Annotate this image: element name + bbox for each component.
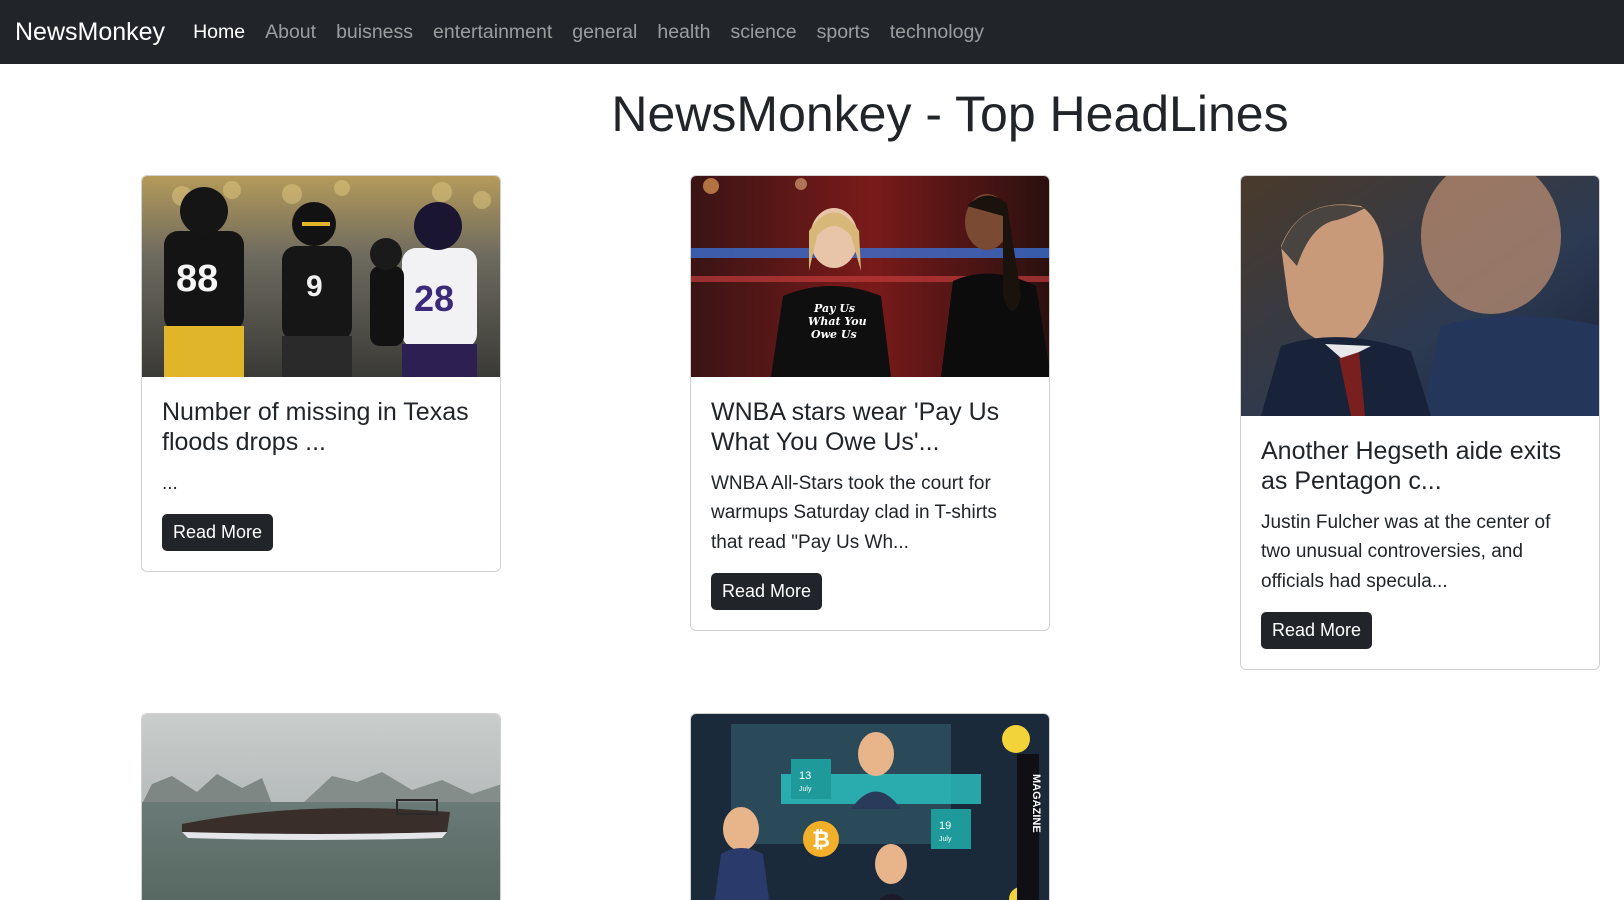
card-title: Number of missing in Texas floods drops …	[162, 398, 469, 456]
card-description: WNBA All-Stars took the court for warmup…	[711, 473, 997, 553]
nav-link-entertainment[interactable]: entertainment	[433, 21, 552, 43]
card-title: WNBA stars wear 'Pay Us What You Owe Us'…	[711, 398, 1000, 456]
crypto-magazine-illustration: 13 July 19 July ₿ MAGAZINE	[691, 714, 1049, 900]
svg-text:Owe Us: Owe Us	[811, 328, 857, 341]
nav-link-about[interactable]: About	[265, 21, 316, 43]
svg-text:MAGAZINE: MAGAZINE	[1030, 774, 1042, 833]
basketball-players-photo: Pay Us What You Owe Us	[691, 176, 1049, 377]
read-more-button[interactable]: Read More	[1261, 612, 1373, 650]
svg-text:28: 28	[414, 278, 454, 319]
nav-link-science[interactable]: science	[730, 21, 796, 43]
read-more-button[interactable]: Read More	[711, 573, 823, 611]
nav-link-health[interactable]: health	[657, 21, 710, 43]
navbar: NewsMonkey Home About buisness entertain…	[0, 0, 1624, 64]
nav-link-technology[interactable]: technology	[890, 21, 984, 43]
nav-link-general[interactable]: general	[572, 21, 637, 43]
svg-text:9: 9	[306, 270, 323, 303]
card-description: ...	[162, 473, 178, 494]
news-card	[141, 713, 501, 900]
news-card: 13 July 19 July ₿ MAGAZINE	[690, 713, 1050, 900]
nav-link-sports[interactable]: sports	[817, 21, 870, 43]
news-card: Pay Us What You Owe Us WNBA stars wear '…	[690, 175, 1050, 632]
svg-text:July: July	[799, 786, 812, 793]
news-card: Another Hegseth aide exits as Pentagon c…	[1240, 175, 1600, 671]
capsized-boat-photo	[142, 714, 500, 900]
nav-link-business[interactable]: buisness	[336, 21, 413, 43]
svg-text:July: July	[939, 836, 952, 843]
football-players-photo: 88 9 28	[142, 176, 500, 377]
nav-list: Home About buisness entertainment genera…	[193, 21, 1004, 44]
nav-link-home[interactable]: Home	[193, 21, 245, 43]
page-title: NewsMonkey - Top HeadLines	[611, 86, 1289, 142]
news-card: 88 9 28 Number of missing in Texas flood…	[141, 175, 501, 573]
card-title: Another Hegseth aide exits as Pentagon c…	[1261, 437, 1562, 495]
svg-text:88: 88	[176, 258, 218, 300]
card-description: Justin Fulcher was at the center of two …	[1261, 512, 1551, 592]
svg-text:Pay Us: Pay Us	[813, 302, 855, 315]
svg-text:13: 13	[799, 770, 811, 782]
svg-text:19: 19	[939, 820, 951, 832]
officials-portrait-photo	[1241, 176, 1599, 416]
svg-text:What You: What You	[808, 315, 867, 328]
read-more-button[interactable]: Read More	[162, 514, 274, 552]
svg-text:₿: ₿	[812, 827, 830, 852]
brand-link[interactable]: NewsMonkey	[15, 18, 165, 47]
